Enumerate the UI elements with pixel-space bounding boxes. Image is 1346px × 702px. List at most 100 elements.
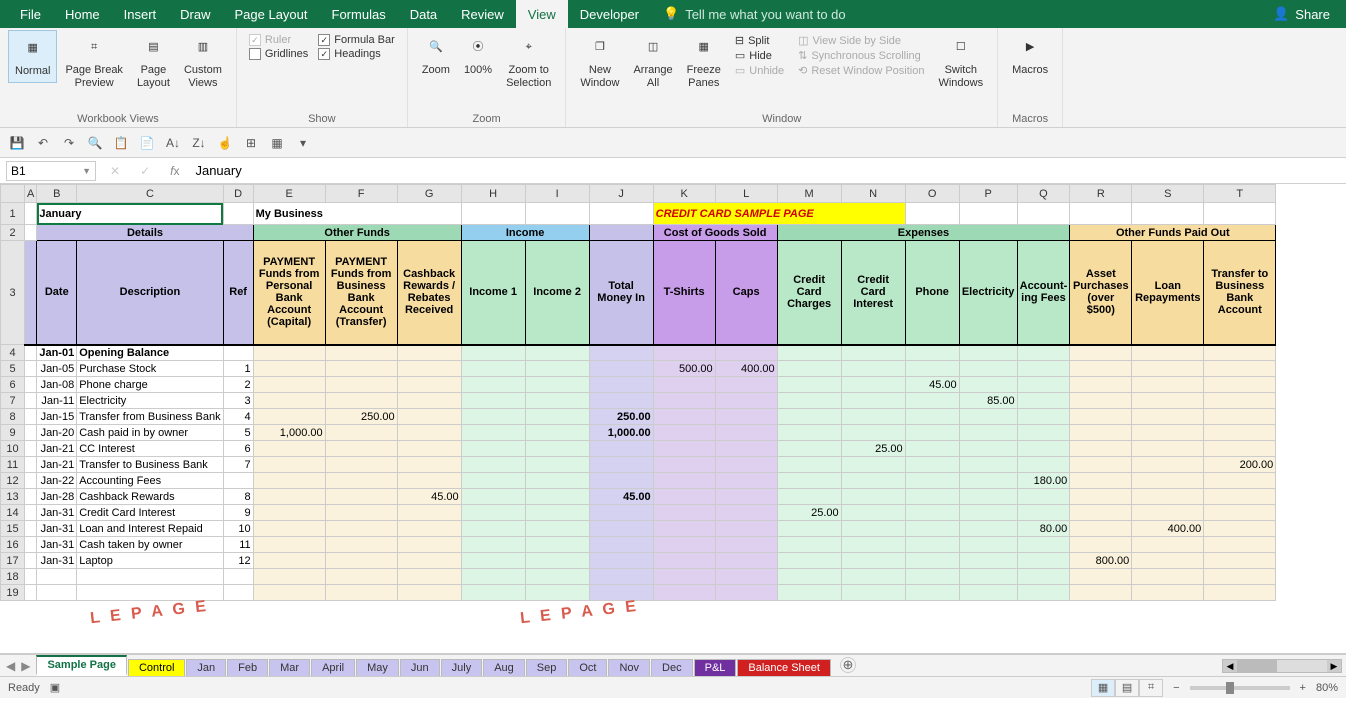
cell-H16[interactable]	[461, 537, 525, 553]
col-header-K[interactable]: K	[653, 185, 715, 203]
cell-K6[interactable]	[653, 377, 715, 393]
cell-E17[interactable]	[253, 553, 325, 569]
cell-C17[interactable]: Laptop	[77, 553, 223, 569]
cell-A15[interactable]	[25, 521, 37, 537]
cell-N11[interactable]	[841, 457, 905, 473]
name-box[interactable]: B1 ▼	[6, 161, 96, 181]
sort-asc-button[interactable]: A↓	[162, 132, 184, 154]
prev-sheet-icon[interactable]: ◀	[6, 659, 15, 673]
cell-S17[interactable]	[1132, 553, 1204, 569]
cell-A7[interactable]	[25, 393, 37, 409]
cell-I19[interactable]	[525, 585, 589, 601]
cell-D8[interactable]: 4	[223, 409, 253, 425]
cell-D6[interactable]: 2	[223, 377, 253, 393]
cell-E14[interactable]	[253, 505, 325, 521]
cell-C5[interactable]: Purchase Stock	[77, 361, 223, 377]
cell-P12[interactable]	[959, 473, 1017, 489]
cell-S18[interactable]	[1132, 569, 1204, 585]
cell-N5[interactable]	[841, 361, 905, 377]
cell-Q13[interactable]	[1017, 489, 1070, 505]
new-sheet-button[interactable]: ⊕	[840, 657, 856, 673]
cell-O12[interactable]	[905, 473, 959, 489]
cell-M17[interactable]	[777, 553, 841, 569]
cell-H6[interactable]	[461, 377, 525, 393]
cell-H9[interactable]	[461, 425, 525, 441]
cell-L6[interactable]	[715, 377, 777, 393]
cell-D11[interactable]: 7	[223, 457, 253, 473]
cell-H7[interactable]	[461, 393, 525, 409]
row-header-8[interactable]: 8	[1, 409, 25, 425]
zoom-to-selection-button[interactable]: ⌖Zoom to Selection	[500, 30, 557, 94]
cell-K9[interactable]	[653, 425, 715, 441]
zoom-out-button[interactable]: −	[1173, 682, 1179, 694]
cell-T16[interactable]	[1204, 537, 1276, 553]
cell-C15[interactable]: Loan and Interest Repaid	[77, 521, 223, 537]
cell-P11[interactable]	[959, 457, 1017, 473]
col-header-E[interactable]: E	[253, 185, 325, 203]
cell-N8[interactable]	[841, 409, 905, 425]
cell-S8[interactable]	[1132, 409, 1204, 425]
col-header-H[interactable]: H	[461, 185, 525, 203]
cell-S9[interactable]	[1132, 425, 1204, 441]
menu-home[interactable]: Home	[53, 0, 112, 28]
sheet-tab-feb[interactable]: Feb	[227, 659, 268, 676]
cell-S5[interactable]	[1132, 361, 1204, 377]
cell-K11[interactable]	[653, 457, 715, 473]
cell-O18[interactable]	[905, 569, 959, 585]
row-header-16[interactable]: 16	[1, 537, 25, 553]
menu-review[interactable]: Review	[449, 0, 516, 28]
cell-S11[interactable]	[1132, 457, 1204, 473]
cell-N18[interactable]	[841, 569, 905, 585]
sheet-tab-sep[interactable]: Sep	[526, 659, 568, 676]
spreadsheet-grid[interactable]: ABCDEFGHIJKLMNOPQRST1 January My Busines…	[0, 184, 1346, 654]
cell-M15[interactable]	[777, 521, 841, 537]
print-preview-button[interactable]: 🔍	[84, 132, 106, 154]
cell-E15[interactable]	[253, 521, 325, 537]
cell-Q11[interactable]	[1017, 457, 1070, 473]
paste-button[interactable]: 📄	[136, 132, 158, 154]
row-header-15[interactable]: 15	[1, 521, 25, 537]
cell-I10[interactable]	[525, 441, 589, 457]
menu-developer[interactable]: Developer	[568, 0, 651, 28]
cell-L5[interactable]: 400.00	[715, 361, 777, 377]
col-header-O[interactable]: O	[905, 185, 959, 203]
cell-L13[interactable]	[715, 489, 777, 505]
cell-C19[interactable]	[77, 585, 223, 601]
cell-R15[interactable]	[1070, 521, 1132, 537]
cell-A19[interactable]	[25, 585, 37, 601]
cell-M11[interactable]	[777, 457, 841, 473]
zoom-100-button[interactable]: ⦿100%	[458, 30, 498, 81]
col-header-R[interactable]: R	[1070, 185, 1132, 203]
cell-O16[interactable]	[905, 537, 959, 553]
row-header-5[interactable]: 5	[1, 361, 25, 377]
cell-S13[interactable]	[1132, 489, 1204, 505]
cell-P18[interactable]	[959, 569, 1017, 585]
cell-A4[interactable]	[25, 345, 37, 361]
cell-T17[interactable]	[1204, 553, 1276, 569]
cell-F6[interactable]	[325, 377, 397, 393]
cell-M14[interactable]: 25.00	[777, 505, 841, 521]
cell-S10[interactable]	[1132, 441, 1204, 457]
cell-L4[interactable]	[715, 345, 777, 361]
cell-A8[interactable]	[25, 409, 37, 425]
cell-J10[interactable]	[589, 441, 653, 457]
cell-B19[interactable]	[37, 585, 77, 601]
touch-mode-button[interactable]: ☝	[214, 132, 236, 154]
new-window-button[interactable]: ❐New Window	[574, 30, 625, 94]
cell-I7[interactable]	[525, 393, 589, 409]
cell-J17[interactable]	[589, 553, 653, 569]
cell-J5[interactable]	[589, 361, 653, 377]
cell-F17[interactable]	[325, 553, 397, 569]
cell-E6[interactable]	[253, 377, 325, 393]
cell-N13[interactable]	[841, 489, 905, 505]
row-header-13[interactable]: 13	[1, 489, 25, 505]
cell-B14[interactable]: Jan-31	[37, 505, 77, 521]
cell-S4[interactable]	[1132, 345, 1204, 361]
cell-L18[interactable]	[715, 569, 777, 585]
cell-J7[interactable]	[589, 393, 653, 409]
cell-B16[interactable]: Jan-31	[37, 537, 77, 553]
tell-me[interactable]: 💡 Tell me what you want to do	[651, 6, 858, 22]
zoom-button[interactable]: 🔍Zoom	[416, 30, 456, 81]
menu-draw[interactable]: Draw	[168, 0, 222, 28]
cell-E18[interactable]	[253, 569, 325, 585]
